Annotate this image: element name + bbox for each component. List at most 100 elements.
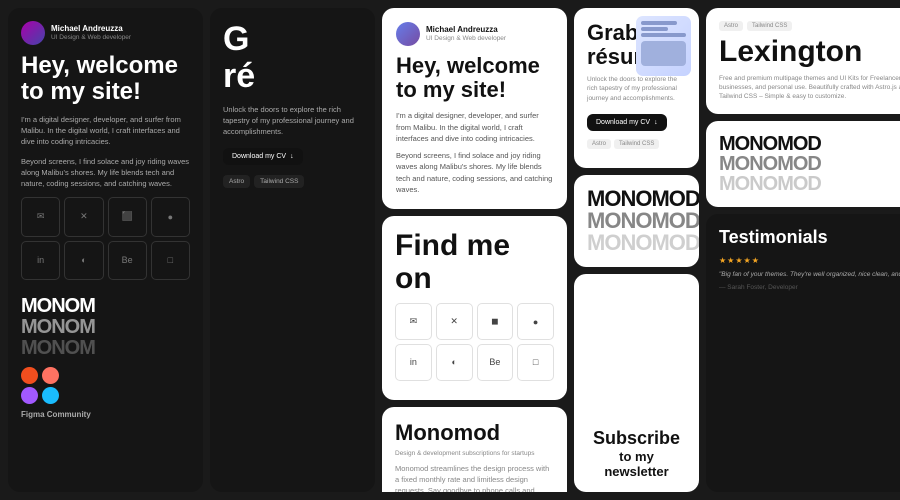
find-me-card: Find me on ✉ ✕ ◼ ● in ◐ Be □ <box>382 216 567 400</box>
tag-astro-lex: Astro <box>719 21 743 31</box>
monomod-l1-c5: MONOMOD <box>719 134 900 154</box>
monomod-card-main: Monomod Design & development subscriptio… <box>382 407 567 492</box>
welcome-body2-1: Beyond screens, I find solace and joy ri… <box>21 156 190 190</box>
social-grid-1: ✉ ✕ ⬛ ● in ◐ Be □ <box>21 197 190 280</box>
lexington-tags: Astro Tailwind CSS <box>719 21 900 31</box>
behance-icon-1[interactable]: Be <box>108 241 147 280</box>
welcome-body1-main: I'm a digital designer, developer, and s… <box>396 110 553 144</box>
figma-dot-orange <box>42 367 59 384</box>
profile-role-main: UI Design & Web developer <box>426 34 506 43</box>
column-2: Gré Unlock the doors to explore the rich… <box>210 8 375 492</box>
lexington-heading: Lexington <box>719 35 900 69</box>
figma-logo-1 <box>21 367 59 404</box>
find-me-heading: Find me on <box>395 229 554 295</box>
tag-tailwind-dark: Tailwind CSS <box>254 175 304 188</box>
x-icon-main[interactable]: ✕ <box>436 303 473 340</box>
download-label-dark: Download my CV <box>232 153 286 160</box>
profile-name-1: Michael Andreuzza <box>51 24 131 33</box>
mockup-bar-3 <box>641 33 686 37</box>
figma-dot-blue <box>42 387 59 404</box>
tag-astro-dark: Astro <box>223 175 250 188</box>
monomod-stack-l1: MONOMOD <box>587 188 686 210</box>
dribbble-icon-main[interactable]: ◐ <box>436 344 473 381</box>
monomod-l3-c5: MONOMOD <box>719 174 900 194</box>
github-icon-1[interactable]: ● <box>151 197 190 236</box>
github-icon-main[interactable]: ● <box>517 303 554 340</box>
linkedin-icon-main[interactable]: in <box>395 344 432 381</box>
welcome-heading-1: Hey, welcome to my site! <box>21 53 190 106</box>
monomod-line1-1: MONOM <box>21 296 190 317</box>
monomod-sub-main: Design & development subscriptions for s… <box>395 449 554 458</box>
download-cv-btn-white[interactable]: Download my CV ↓ <box>587 114 667 131</box>
figma-icon-1[interactable]: ⬛ <box>108 197 147 236</box>
figma-label-1: Figma Community <box>21 410 190 419</box>
subscribe-text: Subscribe to my newsletter <box>587 428 686 479</box>
subscribe-sub: to my newsletter <box>587 449 686 479</box>
monomod-stack-1: MONOM MONOM MONOM <box>21 286 190 359</box>
main-focus-card: Michael Andreuzza UI Design & Web develo… <box>382 8 567 209</box>
tags-white: Astro Tailwind CSS <box>587 139 686 149</box>
x-icon-1[interactable]: ✕ <box>64 197 103 236</box>
avatar-1 <box>21 21 45 45</box>
grab-heading-dark: Gré <box>223 21 362 96</box>
testimonial-author: — Sarah Foster, Developer <box>719 283 900 292</box>
monomod-l2-c5: MONOMOD <box>719 154 900 174</box>
find-me-socials: ✉ ✕ ◼ ● in ◐ Be □ <box>395 303 554 381</box>
figma-dot-red <box>21 367 38 384</box>
avatar-main <box>396 22 420 46</box>
profile-mini-main: Michael Andreuzza UI Design & Web develo… <box>396 22 553 46</box>
monomod-title-main: Monomod <box>395 420 554 446</box>
instagram-icon-main[interactable]: □ <box>517 344 554 381</box>
monomod-line2-1: MONOM <box>21 317 190 338</box>
ui-mockup-preview <box>636 16 691 76</box>
tag-astro-white: Astro <box>587 139 611 149</box>
dribbble-icon-1[interactable]: ◐ <box>64 241 103 280</box>
profile-mini-1: Michael Andreuzza UI Design & Web develo… <box>21 21 190 45</box>
column-1: Michael Andreuzza UI Design & Web develo… <box>8 8 203 492</box>
welcome-card: Michael Andreuzza UI Design & Web develo… <box>8 8 203 492</box>
lexington-card: Astro Tailwind CSS Lexington Free and pr… <box>706 8 900 114</box>
column-4: Grab myrésumé! Unlock the doors to explo… <box>574 8 699 492</box>
testimonials-stars: ★★★★★ <box>719 256 900 265</box>
monomod-body-main: Monomod streamlines the design process w… <box>395 463 554 492</box>
column-3: Michael Andreuzza UI Design & Web develo… <box>382 8 567 492</box>
figma-dot-purple <box>21 387 38 404</box>
column-5: Astro Tailwind CSS Lexington Free and pr… <box>706 8 900 492</box>
monomod-stack-card: MONOMOD MONOMOD MONOMOD <box>574 175 699 267</box>
testimonials-heading: Testimonials <box>719 227 900 248</box>
subscribe-heading: Subscribe <box>587 428 686 449</box>
email-icon-main[interactable]: ✉ <box>395 303 432 340</box>
welcome-body1-1: I'm a digital designer, developer, and s… <box>21 114 190 148</box>
welcome-heading-main: Hey, welcometo my site! <box>396 54 553 102</box>
profile-text-1: Michael Andreuzza UI Design & Web develo… <box>51 24 131 42</box>
grab-body-dark: Unlock the doors to explore the rich tap… <box>223 104 362 138</box>
monomod-line3-1: MONOM <box>21 338 190 359</box>
linkedin-icon-1[interactable]: in <box>21 241 60 280</box>
email-icon-1[interactable]: ✉ <box>21 197 60 236</box>
subscribe-card: Subscribe to my newsletter <box>574 274 699 492</box>
monomod-stack-l3: MONOMOD <box>587 232 686 254</box>
profile-name-main: Michael Andreuzza <box>426 25 506 34</box>
resume-dark-card: Gré Unlock the doors to explore the rich… <box>210 8 375 492</box>
download-cv-btn-dark[interactable]: Download my CV ↓ <box>223 148 303 165</box>
testimonial-quote: "Big fan of your themes. They're well or… <box>719 270 900 279</box>
figma-icon-main[interactable]: ◼ <box>477 303 514 340</box>
grab-resume-card: Grab myrésumé! Unlock the doors to explo… <box>574 8 699 168</box>
mockup-block <box>641 41 686 66</box>
welcome-body2-main: Beyond screens, I find solace and joy ri… <box>396 150 553 195</box>
tag-tailwind-white: Tailwind CSS <box>614 139 659 149</box>
testimonials-card: Testimonials ★★★★★ "Big fan of your them… <box>706 214 900 492</box>
monomod-stack-col5: MONOMOD MONOMOD MONOMOD <box>706 121 900 207</box>
instagram-icon-1[interactable]: □ <box>151 241 190 280</box>
mockup-bar-1 <box>641 21 677 25</box>
download-icon-white: ↓ <box>654 119 658 126</box>
download-label-white: Download my CV <box>596 119 650 126</box>
grab-body-white: Unlock the doors to explore the rich tap… <box>587 75 686 102</box>
behance-icon-main[interactable]: Be <box>477 344 514 381</box>
profile-role-1: UI Design & Web developer <box>51 33 131 42</box>
figma-section-1: Figma Community <box>21 367 190 419</box>
lexington-body: Free and premium multipage themes and UI… <box>719 74 900 101</box>
profile-text-main: Michael Andreuzza UI Design & Web develo… <box>426 25 506 43</box>
download-arrow-icon: ↓ <box>290 153 294 160</box>
monomod-stack-l2: MONOMOD <box>587 210 686 232</box>
